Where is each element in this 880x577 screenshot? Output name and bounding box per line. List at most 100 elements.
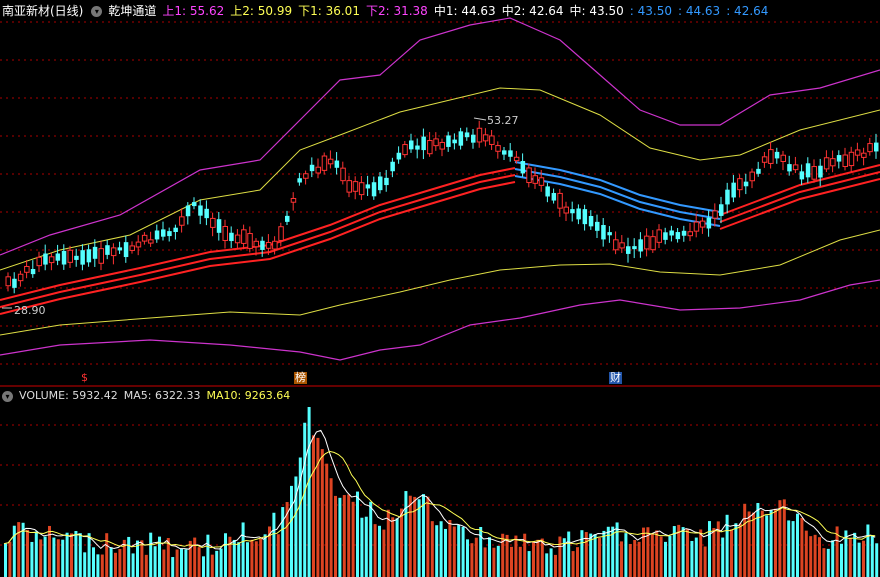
volume-bar bbox=[571, 551, 575, 577]
price-volume-chart[interactable]: 53.27 28.90 bbox=[0, 0, 880, 577]
channel-red-line bbox=[0, 181, 516, 315]
volume-bar bbox=[527, 551, 531, 577]
candle-body bbox=[823, 157, 830, 170]
candle-body bbox=[43, 253, 48, 265]
candle-body bbox=[309, 164, 315, 172]
candle-body bbox=[854, 149, 861, 156]
volume-bar bbox=[743, 503, 747, 577]
volume-bar bbox=[694, 537, 698, 577]
volume-bar bbox=[342, 495, 346, 577]
volume-bar bbox=[800, 518, 804, 577]
candle-body bbox=[17, 273, 24, 282]
candle-body bbox=[644, 235, 650, 250]
candle-body bbox=[117, 247, 123, 251]
marker-dividend[interactable]: $ bbox=[80, 372, 89, 384]
candle-body bbox=[526, 167, 532, 184]
volume-bar bbox=[787, 520, 791, 577]
candle-body bbox=[848, 151, 855, 167]
candle-body bbox=[731, 182, 736, 198]
volume-bar bbox=[175, 549, 179, 577]
candle-body bbox=[290, 197, 297, 203]
candle-body bbox=[141, 234, 148, 242]
volume-bar bbox=[479, 527, 483, 577]
candle-body bbox=[768, 149, 774, 164]
volume-bar bbox=[307, 407, 311, 577]
volume-bar bbox=[664, 541, 667, 577]
candle-body bbox=[693, 221, 700, 232]
volume-bar bbox=[197, 547, 201, 577]
volume-bar bbox=[325, 463, 329, 577]
volume-bar bbox=[474, 537, 478, 577]
volume-bar bbox=[246, 542, 249, 577]
volume-bar bbox=[109, 547, 113, 577]
volume-bar bbox=[360, 517, 364, 577]
candle-body bbox=[761, 156, 768, 163]
volume-bar bbox=[61, 539, 65, 577]
candle-body bbox=[588, 216, 594, 227]
candle-body bbox=[334, 160, 340, 168]
volume-value: VOLUME: 5932.42 bbox=[19, 389, 118, 402]
volume-bar bbox=[400, 508, 403, 577]
volume-bar bbox=[52, 537, 56, 577]
candle-body bbox=[198, 205, 203, 216]
candle-body bbox=[508, 150, 513, 157]
volume-bar bbox=[606, 526, 610, 577]
volume-bar bbox=[131, 553, 135, 577]
candle-body bbox=[247, 233, 253, 249]
volume-bar bbox=[796, 513, 799, 577]
candle-body bbox=[489, 135, 495, 145]
candle-body bbox=[253, 240, 259, 248]
volume-bar bbox=[254, 541, 258, 577]
candle-body bbox=[743, 181, 749, 187]
candle-body bbox=[204, 208, 209, 219]
candle-body bbox=[229, 232, 234, 242]
volume-bar bbox=[822, 548, 826, 577]
volume-bar bbox=[712, 528, 716, 577]
candle-body bbox=[439, 141, 445, 150]
volume-ma5: MA5: 6322.33 bbox=[123, 389, 201, 402]
volume-bar bbox=[206, 534, 210, 577]
volume-bar bbox=[180, 549, 183, 577]
volume-bar bbox=[43, 536, 47, 577]
candle-body bbox=[595, 221, 600, 231]
volume-settings-icon[interactable]: ▾ bbox=[2, 390, 13, 402]
candle-body bbox=[148, 239, 154, 244]
candle-body bbox=[495, 145, 501, 152]
volume-bar bbox=[4, 543, 7, 577]
volume-bar bbox=[87, 533, 91, 577]
candle-body bbox=[352, 181, 359, 192]
channel-blue-line bbox=[514, 175, 721, 227]
candle-body bbox=[365, 184, 371, 189]
volume-bar bbox=[461, 526, 465, 577]
volume-bar bbox=[378, 525, 381, 577]
volume-bar bbox=[721, 537, 725, 577]
volume-ma10: MA10: 9263.64 bbox=[206, 389, 291, 402]
candle-body bbox=[476, 127, 483, 143]
volume-bar bbox=[395, 518, 399, 577]
candle-body bbox=[719, 204, 724, 216]
volume-bar bbox=[725, 514, 729, 577]
volume-bar bbox=[668, 535, 672, 577]
candle-body bbox=[272, 240, 278, 250]
volume-bar bbox=[826, 548, 830, 577]
volume-bar bbox=[334, 495, 337, 577]
candle-body bbox=[12, 278, 17, 288]
volume-bar bbox=[633, 539, 637, 577]
volume-bar bbox=[202, 556, 205, 577]
marker-ranking[interactable]: 榜 bbox=[294, 372, 307, 384]
candle-body bbox=[601, 225, 606, 240]
volume-bar bbox=[364, 516, 368, 577]
candle-body bbox=[452, 139, 457, 144]
candle-body bbox=[787, 164, 792, 172]
volume-bar bbox=[483, 547, 487, 577]
volume-bar bbox=[184, 549, 188, 577]
volume-bar bbox=[413, 496, 417, 577]
volume-bar bbox=[457, 524, 461, 577]
candle-body bbox=[811, 166, 817, 180]
volume-bar bbox=[329, 478, 333, 577]
volume-bar bbox=[351, 501, 355, 577]
volume-bar bbox=[272, 512, 276, 577]
marker-finance[interactable]: 财 bbox=[609, 372, 622, 384]
candle-body bbox=[446, 135, 451, 147]
candle-body bbox=[836, 155, 842, 162]
